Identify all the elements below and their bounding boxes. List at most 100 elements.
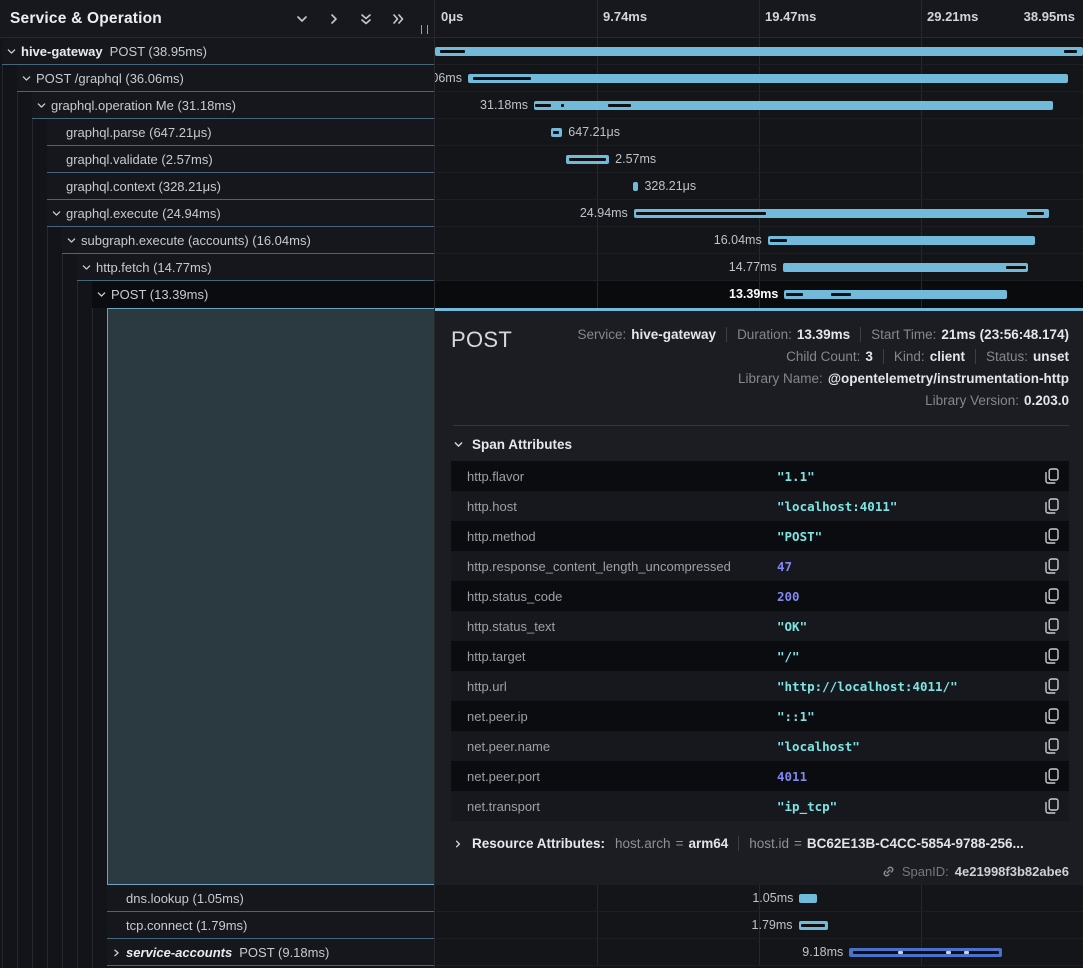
- attribute-value: "http://localhost:4011/": [777, 679, 1035, 694]
- timeline-row[interactable]: 647.21μs: [435, 119, 1083, 146]
- timeline-row[interactable]: 14.77ms: [435, 254, 1083, 281]
- span-bar-mark: [535, 104, 551, 107]
- resource-attributes-row[interactable]: Resource Attributes: host.arch=arm64host…: [453, 836, 1069, 851]
- tree-row[interactable]: POST (13.39ms): [0, 281, 434, 308]
- copy-icon[interactable]: [1035, 468, 1069, 484]
- field-label: Library Version:: [925, 393, 1019, 408]
- span-bar-mark: [569, 158, 606, 161]
- span-bar[interactable]: [468, 74, 1068, 83]
- copy-icon[interactable]: [1035, 678, 1069, 694]
- equals-sign: =: [794, 836, 802, 851]
- field-label: Kind:: [894, 349, 925, 364]
- attribute-key: http.url: [451, 679, 777, 694]
- double-chevron-right-icon[interactable]: [388, 9, 408, 29]
- field-value: 13.39ms: [797, 327, 850, 342]
- tree-row[interactable]: graphql.validate (2.57ms): [0, 146, 434, 173]
- attribute-row: http.host"localhost:4011": [451, 491, 1069, 521]
- collapse-icon[interactable]: [92, 289, 111, 300]
- span-bar-mark: [608, 104, 631, 107]
- span-bar-mark-light: [964, 951, 969, 954]
- timeline-row[interactable]: 36.06ms: [435, 65, 1083, 92]
- tree-row-fill: hive-gatewayPOST (38.95ms): [2, 38, 434, 65]
- collapse-icon[interactable]: [77, 262, 96, 273]
- collapse-icon[interactable]: [2, 46, 21, 57]
- double-chevron-down-icon[interactable]: [356, 9, 376, 29]
- timeline-row[interactable]: 9.18ms: [435, 939, 1083, 966]
- copy-icon[interactable]: [1035, 558, 1069, 574]
- copy-icon[interactable]: [1035, 588, 1069, 604]
- tree-row[interactable]: dns.lookup (1.05ms): [0, 885, 434, 912]
- span-bar[interactable]: [633, 182, 638, 191]
- tree-row[interactable]: subgraph.execute (accounts) (16.04ms): [0, 227, 434, 254]
- tree-row[interactable]: POST /graphql (36.06ms): [0, 65, 434, 92]
- collapse-icon[interactable]: [62, 235, 81, 246]
- grid-line: [759, 0, 760, 37]
- attribute-row: net.peer.name"localhost": [451, 731, 1069, 761]
- grid-line: [921, 0, 922, 37]
- timeline-row[interactable]: 13.39ms: [435, 281, 1083, 308]
- attribute-row: http.status_code200: [451, 581, 1069, 611]
- copy-icon[interactable]: [1035, 798, 1069, 814]
- expand-icon[interactable]: [107, 947, 126, 958]
- operation-name: POST (38.95ms): [110, 44, 207, 59]
- attribute-key: http.host: [451, 499, 777, 514]
- timeline-row[interactable]: 16.04ms: [435, 227, 1083, 254]
- collapse-icon[interactable]: [47, 208, 66, 219]
- timeline-row[interactable]: 1.79ms: [435, 912, 1083, 939]
- tree-row[interactable]: hive-gatewayPOST (38.95ms): [0, 38, 434, 65]
- tree-row[interactable]: service-accountsPOST (9.18ms): [0, 939, 434, 966]
- span-bar[interactable]: [783, 263, 1029, 272]
- attribute-row: http.status_text"OK": [451, 611, 1069, 641]
- span-bar[interactable]: [768, 236, 1035, 245]
- field-value: @opentelemetry/instrumentation-http: [828, 371, 1069, 386]
- copy-icon[interactable]: [1035, 618, 1069, 634]
- tree-row[interactable]: graphql.execute (24.94ms): [0, 200, 434, 227]
- copy-icon[interactable]: [1035, 498, 1069, 514]
- timeline-row[interactable]: 38.95ms: [435, 38, 1083, 65]
- tree-row[interactable]: graphql.operation Me (31.18ms): [0, 92, 434, 119]
- detail-divider: [453, 425, 1069, 426]
- timeline-row[interactable]: 24.94ms: [435, 200, 1083, 227]
- ruler-tick-label: 0μs: [441, 9, 463, 24]
- span-bar[interactable]: [435, 47, 1083, 56]
- timeline-row[interactable]: 328.21μs: [435, 173, 1083, 200]
- copy-icon[interactable]: [1035, 768, 1069, 784]
- grid-line: [597, 227, 598, 253]
- timeline-row[interactable]: 1.05ms: [435, 885, 1083, 912]
- grid-line: [921, 885, 922, 911]
- span-bar[interactable]: [784, 290, 1007, 299]
- tree-row[interactable]: http.fetch (14.77ms): [0, 254, 434, 281]
- collapse-icon[interactable]: [32, 100, 51, 111]
- span-bar-mark: [473, 77, 531, 80]
- copy-icon[interactable]: [1035, 708, 1069, 724]
- span-bar-mark: [801, 924, 825, 927]
- span-bar[interactable]: [799, 894, 816, 903]
- span-attributes-header[interactable]: Span Attributes: [453, 437, 1069, 452]
- attribute-key: http.status_code: [451, 589, 777, 604]
- grid-line: [921, 119, 922, 145]
- grid-line: [921, 912, 922, 938]
- link-icon[interactable]: [881, 864, 896, 879]
- operation-name: graphql.validate (2.57ms): [66, 152, 213, 167]
- service-operation-panel: Service & Operation hive-gatewayPOST (38: [0, 0, 434, 968]
- panel-resize-grip[interactable]: [421, 25, 428, 34]
- attribute-key: http.flavor: [451, 469, 777, 484]
- ruler-tick-label: 9.74ms: [603, 9, 647, 24]
- copy-icon[interactable]: [1035, 738, 1069, 754]
- copy-icon[interactable]: [1035, 528, 1069, 544]
- tree-row[interactable]: graphql.parse (647.21μs): [0, 119, 434, 146]
- timeline-row[interactable]: 2.57ms: [435, 146, 1083, 173]
- chevron-right-icon[interactable]: [324, 9, 344, 29]
- span-bar-mark: [831, 293, 851, 296]
- trace-viewer: Service & Operation hive-gatewayPOST (38: [0, 0, 1083, 968]
- tree-row-fill: service-accountsPOST (9.18ms): [107, 939, 434, 966]
- chevron-down-icon[interactable]: [292, 9, 312, 29]
- duration-label: 1.05ms: [752, 885, 793, 912]
- tree-row-fill: graphql.parse (647.21μs): [47, 119, 434, 146]
- tree-row[interactable]: graphql.context (328.21μs): [0, 173, 434, 200]
- copy-icon[interactable]: [1035, 648, 1069, 664]
- timeline-row[interactable]: 31.18ms: [435, 92, 1083, 119]
- span-bar-mark: [853, 951, 999, 954]
- tree-row[interactable]: tcp.connect (1.79ms): [0, 912, 434, 939]
- collapse-icon[interactable]: [17, 73, 36, 84]
